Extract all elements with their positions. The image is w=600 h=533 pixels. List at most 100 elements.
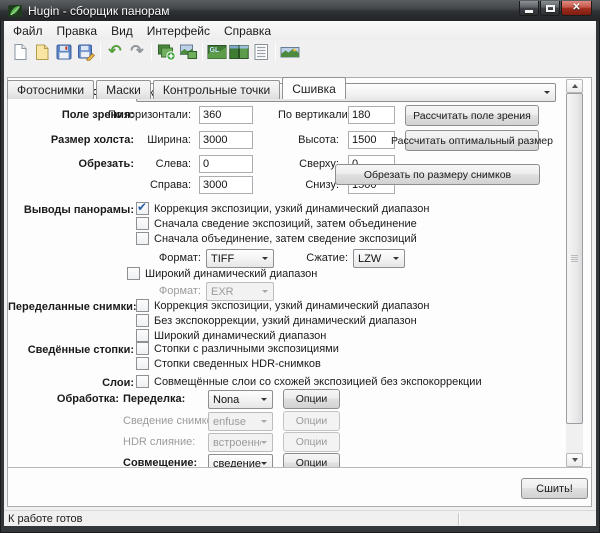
format-dropdown[interactable]: TIFF	[206, 249, 274, 268]
chevron-down-icon	[262, 290, 268, 296]
remapper-dropdown[interactable]: Nona	[208, 390, 273, 409]
remapper-label: Переделка:	[123, 393, 185, 405]
outputs-label: Выводы панорамы:	[8, 204, 134, 216]
calculate-optimal-size-button[interactable]: Рассчитать оптимальный размер	[405, 130, 539, 151]
blender-dropdown[interactable]: сведение	[208, 454, 273, 468]
open-project-button[interactable]	[31, 41, 53, 62]
stitcher-scroll-area: Проекция: Эквидистантная Поле зрения: По…	[8, 78, 591, 468]
canvas-height-input[interactable]	[348, 131, 395, 149]
save-project-as-button[interactable]	[75, 41, 97, 62]
checkbox-hdr-output[interactable]: Широкий динамический диапазон	[127, 267, 317, 280]
close-button[interactable]: ✕	[561, 1, 592, 16]
chevron-down-icon	[261, 420, 267, 426]
maximize-button[interactable]	[540, 1, 560, 16]
control-points-list-icon	[252, 43, 270, 61]
layers-label: Слои:	[8, 377, 134, 389]
scrollbar-thumb[interactable]	[566, 93, 583, 424]
window-title: Hugin - сборщик панорам	[28, 4, 169, 18]
compression-label: Сжатие:	[284, 252, 348, 264]
menu-interface[interactable]: Интерфейс	[140, 22, 217, 40]
minimize-button[interactable]	[519, 1, 539, 16]
remapped-label: Переделанные снимки:	[8, 301, 134, 313]
stitcher-panel: Проекция: Эквидистантная Поле зрения: По…	[7, 77, 592, 507]
arrow-down-icon	[572, 458, 578, 465]
checkbox-stacks-varied-exposure[interactable]: Стопки с различными экспозициями	[136, 342, 339, 355]
client-area: Файл Правка Вид Интерфейс Справка	[4, 21, 596, 526]
fusion-label: Сведение снимков:	[123, 415, 222, 427]
add-images-icon	[157, 42, 176, 61]
checkbox-layers-similar-exposure[interactable]: Совмещённые слои со схожей экспозицией б…	[136, 375, 482, 388]
open-file-icon	[33, 43, 51, 61]
blender-label: Совмещение:	[123, 457, 197, 468]
fov-horizontal-input[interactable]	[199, 106, 253, 124]
checkbox-blended-then-fused[interactable]: Сначала объединение, затем сведение эксп…	[136, 232, 417, 245]
toolbar-separator	[202, 43, 203, 61]
fast-preview-button[interactable]: GL	[206, 41, 228, 62]
add-time-series-icon	[179, 42, 198, 61]
checkbox-remapped-hdr[interactable]: Широкий динамический диапазон	[136, 329, 326, 342]
stitch-button[interactable]: Сшить!	[521, 478, 588, 499]
panorama-preview-button[interactable]	[279, 41, 301, 62]
crop-bottom-label: Снизу:	[278, 179, 339, 191]
tab-stitcher[interactable]: Сшивка	[282, 77, 346, 99]
menu-file[interactable]: Файл	[6, 22, 50, 40]
hdr-format-label: Формат:	[138, 285, 201, 297]
add-time-series-button[interactable]	[177, 41, 199, 62]
remapper-options-button[interactable]: Опции	[283, 389, 340, 409]
maximize-icon	[546, 5, 555, 12]
new-project-button[interactable]	[9, 41, 31, 62]
preview-button[interactable]	[228, 41, 250, 62]
menu-bar: Файл Правка Вид Интерфейс Справка	[4, 21, 596, 40]
chevron-down-icon	[262, 257, 268, 263]
toolbar: ↶ ↷	[4, 40, 596, 63]
checkbox-stacks-hdr-merged[interactable]: Стопки сведенных HDR-снимков	[136, 357, 321, 370]
checkbox-icon	[136, 299, 149, 312]
save-icon	[55, 43, 73, 61]
chevron-down-icon	[261, 462, 267, 468]
title-bar[interactable]: Hugin - сборщик панорам ✕	[0, 0, 600, 21]
crop-to-images-button[interactable]: Обрезать по размеру снимков	[335, 164, 540, 185]
save-as-icon	[77, 43, 95, 61]
add-images-button[interactable]	[155, 41, 177, 62]
fov-horizontal-label: По горизонтали:	[108, 109, 191, 121]
compression-dropdown[interactable]: LZW	[353, 249, 405, 268]
undo-button[interactable]: ↶	[104, 41, 126, 62]
toolbar-separator	[151, 43, 152, 61]
toolbar-separator	[100, 43, 101, 61]
redo-button[interactable]: ↷	[126, 41, 148, 62]
control-points-list-button[interactable]	[250, 41, 272, 62]
vertical-scrollbar[interactable]	[566, 79, 583, 467]
tab-photos[interactable]: Фотоснимки	[7, 80, 94, 99]
hdr-merger-options-button: Опции	[283, 432, 340, 452]
checkbox-icon	[127, 267, 140, 280]
checkbox-icon	[136, 357, 149, 370]
checkbox-icon	[136, 329, 149, 342]
format-label: Формат:	[138, 252, 201, 264]
minimize-icon	[525, 10, 533, 13]
tab-masks[interactable]: Маски	[96, 80, 151, 99]
calculate-fov-button[interactable]: Рассчитать поле зрения	[405, 105, 539, 126]
canvas-height-label: Высота:	[278, 134, 339, 146]
menu-help[interactable]: Справка	[217, 22, 278, 40]
processing-label: Обработка:	[8, 393, 119, 405]
scrollbar-down-button[interactable]	[566, 453, 583, 467]
canvas-width-input[interactable]	[199, 131, 253, 149]
checkbox-remapped-exposure-ldr[interactable]: Коррекция экспозиции, узкий динамический…	[136, 299, 429, 312]
chevron-down-icon	[393, 257, 399, 263]
panorama-preview-icon	[280, 43, 300, 61]
crop-right-input[interactable]	[199, 176, 253, 194]
fov-vertical-input[interactable]	[348, 106, 395, 124]
fast-preview-gl-icon: GL	[207, 43, 227, 61]
blender-options-button[interactable]: Опции	[283, 453, 340, 468]
checkbox-fused-then-blended[interactable]: Сначала сведение экспозиций, затем объед…	[136, 217, 417, 230]
checkbox-remapped-no-exposure[interactable]: Без экспокоррекции, узкий динамический д…	[136, 314, 417, 327]
checkbox-exposure-corrected-ldr[interactable]: Коррекция экспозиции, узкий динамический…	[136, 202, 429, 215]
tab-control-points[interactable]: Контрольные точки	[153, 80, 280, 99]
crop-top-label: Сверху:	[278, 158, 339, 170]
crop-left-input[interactable]	[199, 155, 253, 173]
save-project-button[interactable]	[53, 41, 75, 62]
status-text: К работе готов	[4, 513, 83, 525]
menu-view[interactable]: Вид	[104, 22, 140, 40]
undo-icon: ↶	[108, 44, 121, 60]
menu-edit[interactable]: Правка	[50, 22, 105, 40]
